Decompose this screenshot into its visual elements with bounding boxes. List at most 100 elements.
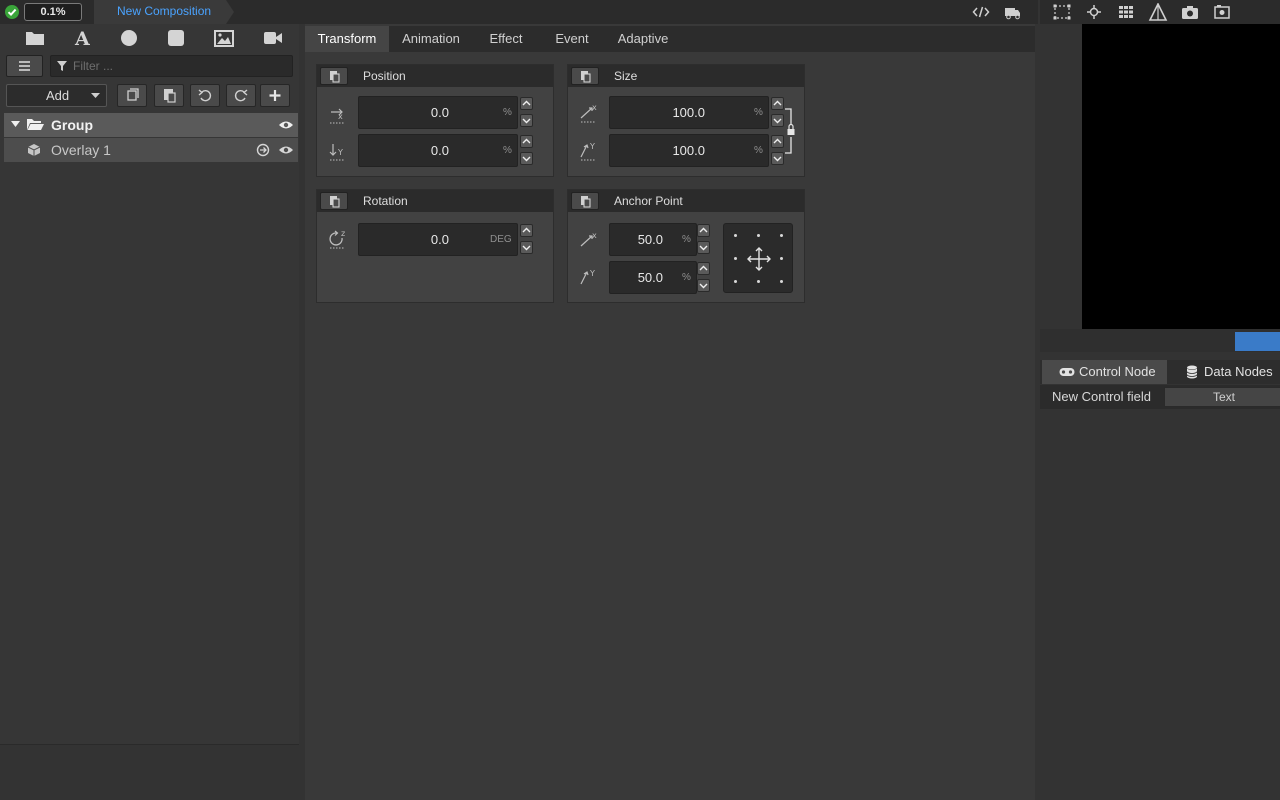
rotation-z-value: 0.0 bbox=[430, 232, 449, 247]
anchor-y-icon: Y bbox=[579, 268, 599, 290]
preview-scrollbar[interactable] bbox=[1040, 329, 1280, 352]
snapshot-icon[interactable] bbox=[1212, 3, 1232, 21]
rotation-z-input[interactable]: 0.0 DEG bbox=[358, 223, 518, 256]
position-y-increment[interactable] bbox=[520, 135, 533, 148]
tree-row-group[interactable]: Group bbox=[4, 113, 298, 137]
layers-panel: A Filter ... Add Group Overlay 1 bbox=[0, 24, 299, 800]
check-icon bbox=[5, 5, 19, 19]
image-icon[interactable] bbox=[213, 28, 235, 48]
grid-icon[interactable] bbox=[1116, 3, 1136, 21]
anchor-bottom-right[interactable] bbox=[780, 280, 783, 283]
visibility-eye-icon[interactable] bbox=[278, 120, 294, 130]
position-y-decrement[interactable] bbox=[520, 152, 533, 165]
control-field-type-select[interactable]: Text bbox=[1164, 387, 1280, 407]
rotation-paste-button[interactable] bbox=[320, 192, 348, 210]
rectangle-shape-icon[interactable] bbox=[165, 28, 187, 48]
redo-icon bbox=[234, 89, 248, 102]
paste-button[interactable] bbox=[154, 84, 184, 107]
preview-toolbar bbox=[1040, 0, 1280, 24]
tab-event[interactable]: Event bbox=[539, 26, 605, 52]
size-paste-button[interactable] bbox=[571, 67, 599, 85]
code-icon[interactable] bbox=[972, 4, 990, 20]
crosshair-icon[interactable] bbox=[1084, 3, 1104, 21]
tab-control-node[interactable]: Control Node bbox=[1042, 360, 1167, 384]
visibility-eye-icon[interactable] bbox=[278, 145, 294, 155]
anchor-y-decrement[interactable] bbox=[697, 279, 710, 292]
selection-frame-icon[interactable] bbox=[1052, 3, 1072, 21]
truck-icon[interactable] bbox=[1004, 4, 1022, 20]
anchor-x-decrement[interactable] bbox=[697, 241, 710, 254]
database-icon bbox=[1186, 365, 1198, 379]
svg-text:Y: Y bbox=[337, 148, 343, 157]
control-field-label: New Control field bbox=[1052, 389, 1151, 404]
tree-row-overlay[interactable]: Overlay 1 bbox=[4, 138, 298, 162]
tab-animation[interactable]: Animation bbox=[389, 26, 473, 52]
anchor-top-right[interactable] bbox=[780, 234, 783, 237]
position-x-value: 0.0 bbox=[430, 105, 449, 120]
anchor-top-left[interactable] bbox=[734, 234, 737, 237]
anchor-x-input[interactable]: 50.0 % bbox=[609, 223, 697, 256]
anchor-middle-left[interactable] bbox=[734, 257, 737, 260]
perspective-icon[interactable] bbox=[1148, 3, 1168, 21]
add-layer-button[interactable] bbox=[260, 84, 290, 107]
camera-icon[interactable] bbox=[1180, 3, 1200, 21]
duplicate-button[interactable] bbox=[117, 84, 147, 107]
folder-open-icon bbox=[27, 119, 44, 130]
size-x-decrement[interactable] bbox=[771, 114, 784, 127]
rotation-z-increment[interactable] bbox=[520, 224, 533, 237]
size-x-value: 100.0 bbox=[672, 105, 705, 120]
tree-row-label: Group bbox=[51, 117, 93, 133]
filter-input[interactable]: Filter ... bbox=[50, 55, 293, 77]
tab-data-nodes[interactable]: Data Nodes bbox=[1175, 360, 1280, 384]
circle-shape-icon[interactable] bbox=[118, 28, 140, 48]
video-icon[interactable] bbox=[262, 28, 284, 48]
undo-button[interactable] bbox=[190, 84, 220, 107]
tab-adaptive[interactable]: Adaptive bbox=[605, 26, 681, 52]
preview-canvas[interactable] bbox=[1082, 24, 1280, 329]
layer-menu-button[interactable] bbox=[6, 55, 43, 77]
tab-transform[interactable]: Transform bbox=[305, 26, 389, 52]
rotation-z-unit: DEG bbox=[490, 234, 512, 245]
expand-caret-icon[interactable] bbox=[11, 121, 20, 128]
anchor-middle-right[interactable] bbox=[780, 257, 783, 260]
target-arrow-icon[interactable] bbox=[256, 143, 270, 157]
add-button[interactable]: Add bbox=[6, 84, 107, 107]
rotation-z-decrement[interactable] bbox=[520, 241, 533, 254]
size-x-increment[interactable] bbox=[771, 97, 784, 110]
svg-text:x: x bbox=[592, 231, 597, 240]
size-y-increment[interactable] bbox=[771, 135, 784, 148]
add-button-label: Add bbox=[46, 88, 70, 103]
position-x-increment[interactable] bbox=[520, 97, 533, 110]
folder-icon[interactable] bbox=[24, 28, 46, 48]
x-axis-icon: x bbox=[328, 104, 348, 126]
tab-new-composition[interactable]: New Composition bbox=[94, 0, 234, 24]
anchor-top-center[interactable] bbox=[757, 234, 760, 237]
paste-icon bbox=[330, 71, 340, 83]
redo-button[interactable] bbox=[226, 84, 256, 107]
anchor-x-increment[interactable] bbox=[697, 224, 710, 237]
tab-control-node-label: Control Node bbox=[1079, 364, 1156, 379]
anchor-bottom-left[interactable] bbox=[734, 280, 737, 283]
size-y-input[interactable]: 100.0 % bbox=[609, 134, 769, 167]
tab-data-nodes-label: Data Nodes bbox=[1204, 364, 1273, 379]
anchor-y-input[interactable]: 50.0 % bbox=[609, 261, 697, 294]
tab-effect[interactable]: Effect bbox=[473, 26, 539, 52]
control-field-type-value: Text bbox=[1212, 390, 1235, 404]
position-x-input[interactable]: 0.0 % bbox=[358, 96, 518, 129]
anchor-paste-button[interactable] bbox=[571, 192, 599, 210]
anchor-bottom-center[interactable] bbox=[757, 280, 760, 283]
position-paste-button[interactable] bbox=[320, 67, 348, 85]
position-y-input[interactable]: 0.0 % bbox=[358, 134, 518, 167]
position-x-decrement[interactable] bbox=[520, 114, 533, 127]
size-y-decrement[interactable] bbox=[771, 152, 784, 165]
text-icon[interactable]: A bbox=[71, 28, 93, 48]
control-field-row: New Control field Text bbox=[1040, 385, 1280, 409]
size-y-value: 100.0 bbox=[672, 143, 705, 158]
preview-scrollbar-thumb[interactable] bbox=[1235, 332, 1280, 351]
move-arrows-icon[interactable] bbox=[746, 246, 772, 272]
size-x-input[interactable]: 100.0 % bbox=[609, 96, 769, 129]
anchor-y-increment[interactable] bbox=[697, 262, 710, 275]
anchor-point-grid[interactable] bbox=[723, 223, 793, 293]
aspect-lock-icon[interactable] bbox=[784, 108, 800, 154]
anchor-header: Anchor Point bbox=[568, 190, 804, 212]
